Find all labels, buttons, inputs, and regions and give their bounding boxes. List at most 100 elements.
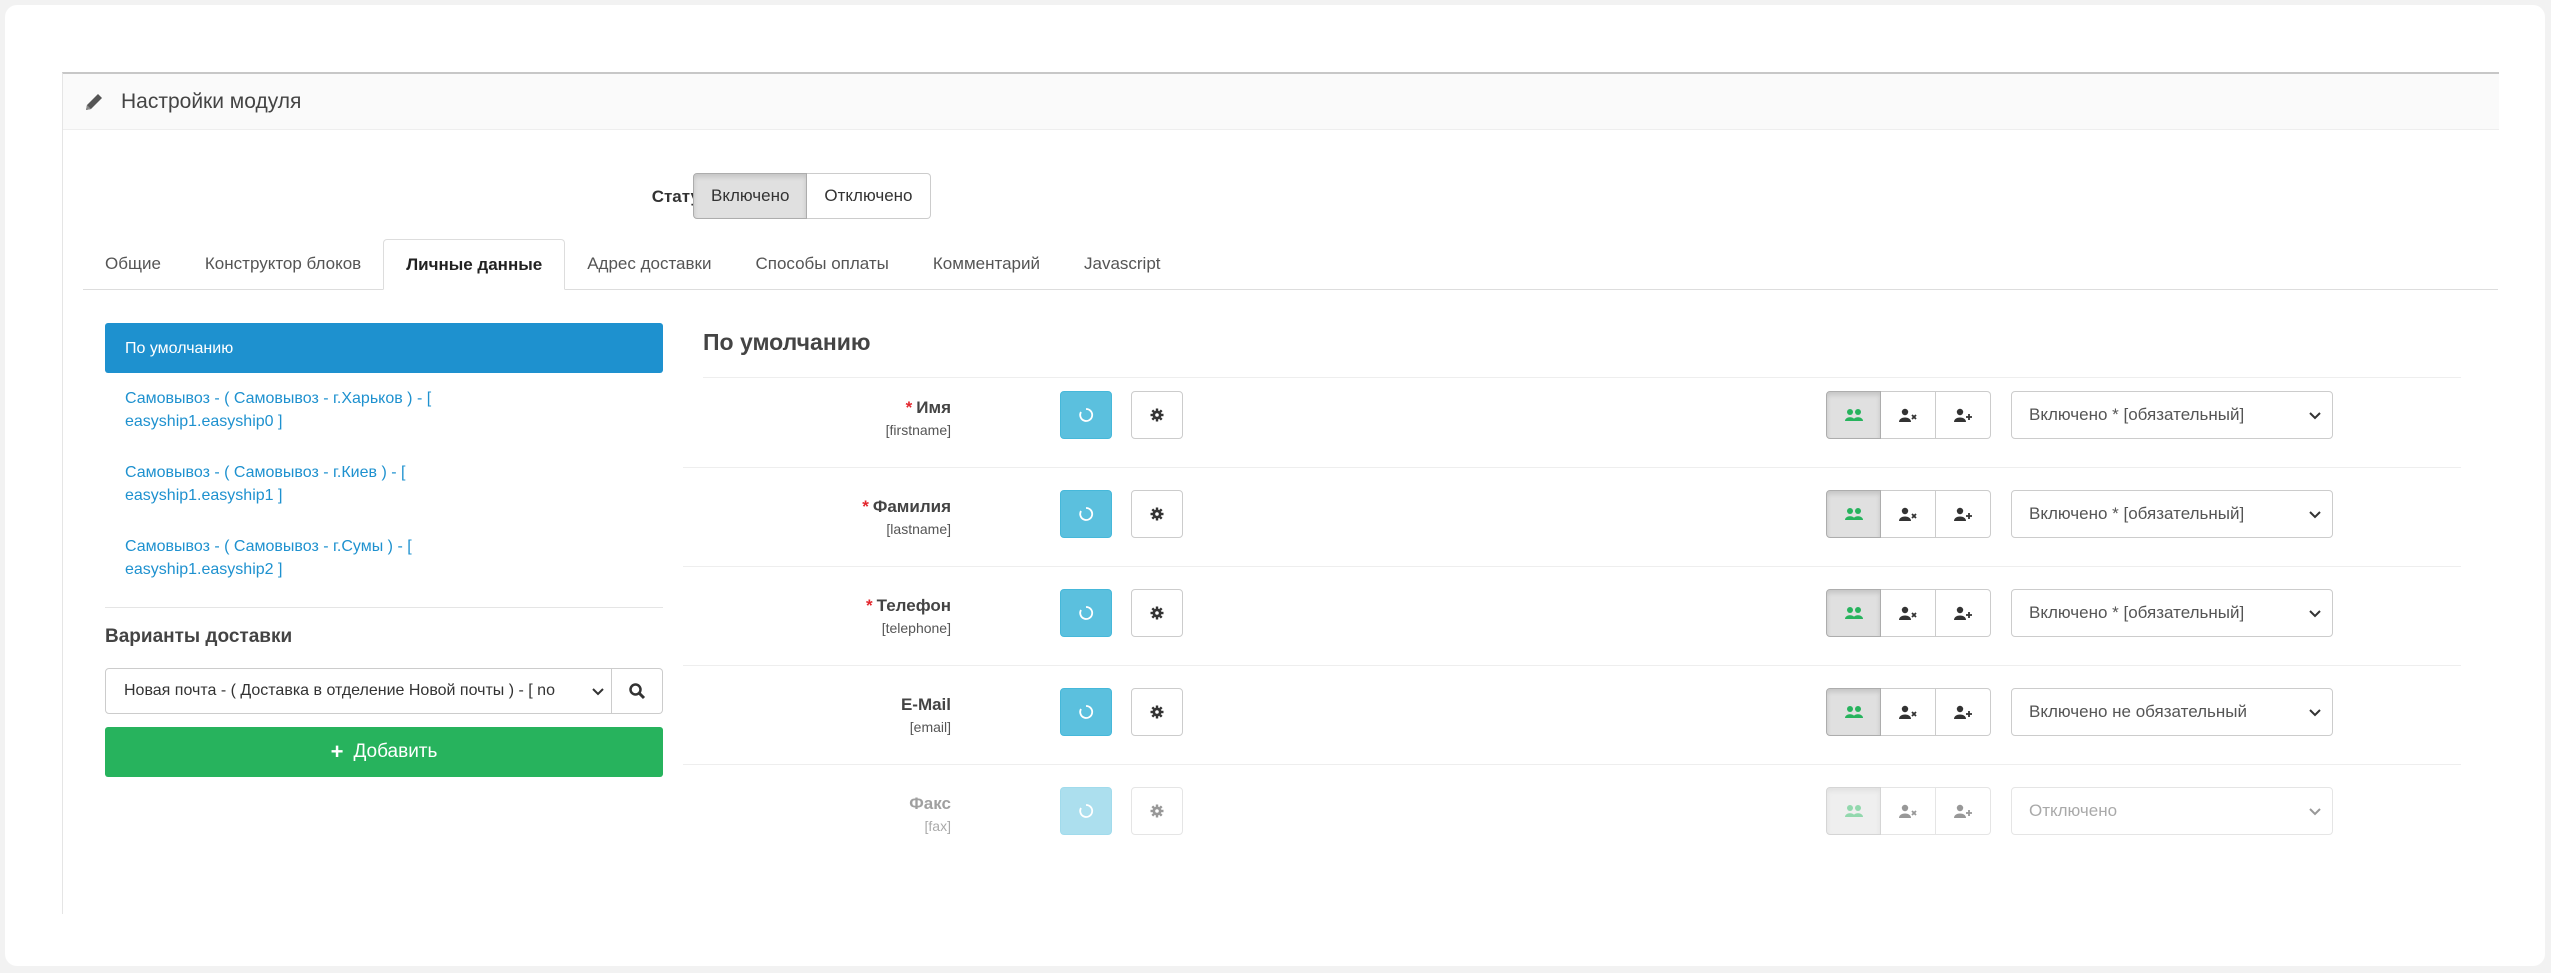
visible-guest-button[interactable] <box>1881 787 1936 835</box>
field-name: E-Mail <box>900 695 951 714</box>
user-plus-icon <box>1953 605 1973 621</box>
field-label: * Фамилия [lastname] <box>862 497 951 537</box>
field-visibility-toggle <box>1826 490 1991 538</box>
visible-registered-button[interactable] <box>1936 787 1991 835</box>
visible-all-button[interactable] <box>1826 787 1881 835</box>
field-visibility-toggle <box>1826 391 1991 439</box>
users-icon <box>1844 605 1864 621</box>
field-visibility-toggle <box>1826 589 1991 637</box>
tint-icon <box>1078 506 1094 522</box>
field-label: * Имя [firstname] <box>886 398 951 438</box>
status-toggle: Включено Отключено <box>693 173 931 219</box>
field-row: E-Mail [email] Включено не обязательный <box>683 665 2461 765</box>
tab-block-builder[interactable]: Конструктор блоков <box>183 239 383 289</box>
delivery-options-title: Варианты доставки <box>105 626 293 647</box>
visible-all-button[interactable] <box>1826 391 1881 439</box>
search-button[interactable] <box>612 668 663 714</box>
pencil-icon <box>83 91 105 113</box>
field-label: Факс [fax] <box>905 794 951 834</box>
field-status-select[interactable]: Включено * [обязательный] <box>2011 391 2333 439</box>
sidebar-item-label: Самовывоз - ( Самовывоз - г.Киев ) - [ <box>125 464 406 481</box>
search-icon <box>628 682 646 700</box>
visible-registered-button[interactable] <box>1936 490 1991 538</box>
field-visibility-toggle <box>1826 787 1991 835</box>
gear-icon <box>1149 704 1165 720</box>
field-color-button[interactable] <box>1060 589 1112 637</box>
tab-delivery-address[interactable]: Адрес доставки <box>565 239 733 289</box>
field-color-button[interactable] <box>1060 787 1112 835</box>
visible-registered-button[interactable] <box>1936 589 1991 637</box>
field-label: * Телефон [telephone] <box>866 596 951 636</box>
field-row: * Фамилия [lastname] Включено * [обязате… <box>683 467 2461 567</box>
delivery-method-select[interactable]: Новая почта - ( Доставка в отделение Нов… <box>105 668 612 714</box>
field-status-select[interactable]: Включено * [обязательный] <box>2011 490 2333 538</box>
status-enabled-button[interactable]: Включено <box>693 173 808 219</box>
field-color-button[interactable] <box>1060 391 1112 439</box>
tab-payment-methods[interactable]: Способы оплаты <box>733 239 910 289</box>
visible-guest-button[interactable] <box>1881 688 1936 736</box>
field-settings-button[interactable] <box>1131 490 1183 538</box>
tab-javascript[interactable]: Javascript <box>1062 239 1183 289</box>
user-times-icon <box>1898 803 1918 819</box>
tab-general[interactable]: Общие <box>83 239 183 289</box>
user-plus-icon <box>1953 803 1973 819</box>
sidebar-item-label: easyship1.easyship2 ] <box>125 561 283 578</box>
add-button-label: Добавить <box>353 741 438 762</box>
field-status-value: Включено * [обязательный] <box>2029 405 2245 424</box>
visible-guest-button[interactable] <box>1881 391 1936 439</box>
sidebar-item-label: Самовывоз - ( Самовывоз - г.Сумы ) - [ <box>125 538 412 555</box>
chevron-down-icon <box>2308 705 2322 719</box>
add-button[interactable]: + Добавить <box>105 727 663 777</box>
required-marker: * <box>862 497 869 516</box>
tab-comment[interactable]: Комментарий <box>911 239 1062 289</box>
user-plus-icon <box>1953 506 1973 522</box>
user-times-icon <box>1898 605 1918 621</box>
status-label: Статус <box>651 187 709 206</box>
users-icon <box>1844 803 1864 819</box>
visible-guest-button[interactable] <box>1881 490 1936 538</box>
users-icon <box>1844 704 1864 720</box>
field-key: [firstname] <box>885 422 951 438</box>
user-plus-icon <box>1953 704 1973 720</box>
visible-all-button[interactable] <box>1826 688 1881 736</box>
status-disabled-button[interactable]: Отключено <box>807 173 931 219</box>
panel-heading: Настройки модуля <box>63 74 2499 130</box>
sidebar-item-label: easyship1.easyship1 ] <box>125 487 283 504</box>
field-color-button[interactable] <box>1060 688 1112 736</box>
visible-guest-button[interactable] <box>1881 589 1936 637</box>
field-settings-button[interactable] <box>1131 391 1183 439</box>
field-status-select[interactable]: Включено * [обязательный] <box>2011 589 2333 637</box>
section-title: По умолчанию <box>703 329 871 355</box>
field-key: [email] <box>909 719 951 735</box>
field-settings-button[interactable] <box>1131 589 1183 637</box>
field-settings-button[interactable] <box>1131 688 1183 736</box>
sidebar-item-default[interactable]: По умолчанию <box>105 323 663 373</box>
field-key: [fax] <box>924 818 951 834</box>
chevron-down-icon <box>2308 507 2322 521</box>
visible-all-button[interactable] <box>1826 589 1881 637</box>
visible-all-button[interactable] <box>1826 490 1881 538</box>
field-status-select[interactable]: Отключено <box>2011 787 2333 835</box>
sidebar-item-label: Самовывоз - ( Самовывоз - г.Харьков ) - … <box>125 390 432 407</box>
field-status-value: Включено * [обязательный] <box>2029 504 2245 523</box>
visible-registered-button[interactable] <box>1936 688 1991 736</box>
user-times-icon <box>1898 506 1918 522</box>
settings-tabs: Общие Конструктор блоков Личные данные А… <box>83 239 2498 290</box>
tab-personal-data[interactable]: Личные данные <box>383 239 566 290</box>
visible-registered-button[interactable] <box>1936 391 1991 439</box>
field-row: * Имя [firstname] Включено * [обязательн… <box>683 368 2461 468</box>
gear-icon <box>1149 605 1165 621</box>
field-row: * Телефон [telephone] Включено * [обязат… <box>683 566 2461 666</box>
sidebar-item-pickup-sumy[interactable]: Самовывоз - ( Самовывоз - г.Сумы ) - [ e… <box>105 521 663 595</box>
field-settings-button[interactable] <box>1131 787 1183 835</box>
sidebar-item-pickup-kyiv[interactable]: Самовывоз - ( Самовывоз - г.Киев ) - [ e… <box>105 447 663 521</box>
field-name: Имя <box>916 398 951 417</box>
field-row: Факс [fax] Отключено <box>683 764 2461 863</box>
sidebar-item-pickup-kharkiv[interactable]: Самовывоз - ( Самовывоз - г.Харьков ) - … <box>105 373 663 447</box>
field-status-select[interactable]: Включено не обязательный <box>2011 688 2333 736</box>
field-color-button[interactable] <box>1060 490 1112 538</box>
field-status-value: Включено * [обязательный] <box>2029 603 2245 622</box>
field-status-value: Отключено <box>2029 801 2118 820</box>
field-label: E-Mail [email] <box>897 695 951 735</box>
page-card: Настройки модуля Статус Включено Отключе… <box>5 5 2545 966</box>
